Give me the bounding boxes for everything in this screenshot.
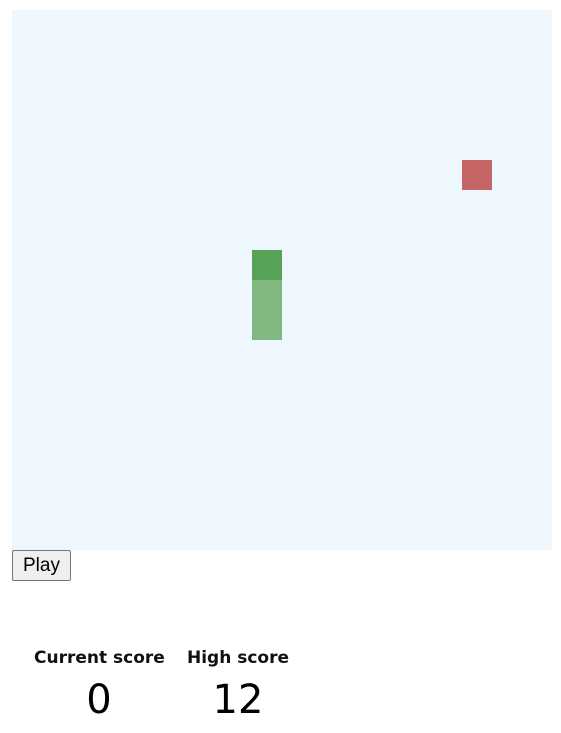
high-score-value: 12 — [212, 677, 264, 723]
snake-segment — [252, 310, 282, 340]
current-score-block: Current score 0 — [34, 645, 165, 725]
snake-head — [252, 250, 282, 280]
game-board — [12, 10, 552, 550]
current-score-label: Current score — [34, 648, 165, 668]
high-score-block: High score 12 — [184, 645, 292, 725]
play-button[interactable]: Play — [12, 550, 71, 581]
food-item — [462, 160, 492, 190]
high-score-label: High score — [186, 648, 290, 668]
current-score-value: 0 — [86, 677, 112, 723]
score-panel: Current score 0 High score 12 — [0, 645, 561, 733]
snake-segment — [252, 280, 282, 310]
